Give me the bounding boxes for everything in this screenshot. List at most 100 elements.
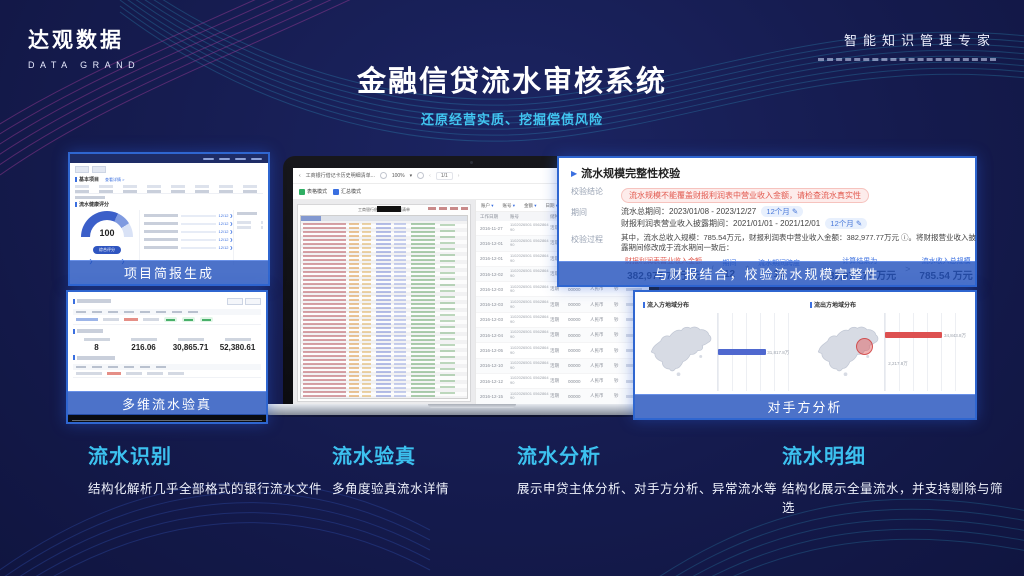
cell-account: 1102026501 056286490 bbox=[510, 330, 550, 340]
score-row: 12/12 ❯ bbox=[144, 221, 233, 226]
integrity-title: ▶ 流水规模完整性校验 bbox=[571, 165, 963, 181]
cell-type: 活期 bbox=[550, 393, 568, 399]
score-gauge-block: 100 综合评分 ❯ ❯ bbox=[75, 210, 139, 265]
table-row[interactable]: 2016-12-05 1102026501 056286490 活期 00000… bbox=[476, 343, 649, 358]
mini-tabs[interactable] bbox=[75, 166, 263, 173]
feature-recognition: 流水识别 结构化解析几乎全部格式的银行流水文件 bbox=[88, 440, 328, 497]
caption-project-briefing: 项目简报生成 bbox=[70, 260, 268, 284]
period-pill-2[interactable]: 12个月 ✎ bbox=[825, 218, 867, 229]
score-label-placeholder bbox=[144, 222, 178, 225]
cell-currency: 人民币 bbox=[590, 302, 614, 308]
cell-date: 2016-12-01 bbox=[480, 241, 510, 246]
page-title: 金融信贷流水审核系统 bbox=[0, 58, 1024, 100]
cell-seq: 00000 bbox=[568, 333, 590, 338]
filter-item[interactable]: 账户 bbox=[481, 203, 494, 209]
pass-badge bbox=[182, 317, 195, 322]
score-value[interactable]: 12/12 ❯ bbox=[219, 213, 233, 218]
cell-account: 1102026501 056286490 bbox=[510, 376, 550, 386]
score-row: 12/12 ❯ bbox=[144, 237, 233, 242]
stat-block: 30,865.71 bbox=[167, 337, 214, 352]
table-row[interactable]: 2016-12-04 1102026501 056286490 活期 00000… bbox=[476, 328, 649, 343]
cell-currency: 人民币 bbox=[590, 378, 614, 384]
filter-item[interactable]: 账号 bbox=[503, 203, 516, 209]
scanned-sheet: 工商银行借记卡历史明细清单 bbox=[297, 204, 471, 402]
stat-label-placeholder bbox=[225, 338, 251, 341]
china-map-outflow bbox=[810, 321, 884, 383]
feature-title: 流水明细 bbox=[782, 440, 1010, 469]
table-header-placeholder bbox=[75, 185, 263, 188]
rotate-icon[interactable] bbox=[380, 172, 387, 179]
zoom-dropdown-icon[interactable]: ▾ bbox=[410, 173, 413, 179]
page-prev-icon[interactable]: ‹ bbox=[429, 173, 431, 179]
score-value[interactable]: 12/12 ❯ bbox=[219, 245, 233, 250]
cell-account: 1102026501 056286490 bbox=[510, 254, 550, 264]
table-row[interactable]: 2016-12-03 1102026501 056286490 活期 00000… bbox=[476, 313, 649, 328]
verify-toolbar-buttons[interactable] bbox=[227, 298, 261, 305]
cell-cash: 钞 bbox=[614, 286, 626, 292]
table-row[interactable]: 2016-12-15 1102026501 056286490 活期 00000… bbox=[476, 389, 649, 404]
feature-title: 流水验真 bbox=[332, 440, 512, 469]
back-icon[interactable]: ‹ bbox=[299, 173, 301, 179]
screenshot-multi-verify: 8 216.06 30,865.71 52,380.61 多维流水验真 bbox=[66, 290, 268, 424]
cell-account: 1102026501 056286490 bbox=[510, 269, 550, 279]
result-alert-pill: 流水规模不能覆盖财报利润表中营业收入金额，请检查流水真实性 bbox=[621, 188, 869, 203]
briefing-section1-title: 基本项目 查看详情 > bbox=[75, 176, 263, 183]
zoom-level[interactable]: 100% bbox=[392, 173, 405, 179]
caption-counterparty: 对手方分析 bbox=[635, 394, 975, 418]
feature-title: 流水分析 bbox=[517, 440, 779, 469]
score-value[interactable]: 12/12 ❯ bbox=[219, 221, 233, 226]
cell-currency: 人民币 bbox=[590, 363, 614, 369]
score-row: 12/12 ❯ bbox=[144, 245, 233, 250]
cell-account: 1102026501 056286490 bbox=[510, 223, 550, 233]
score-track bbox=[181, 247, 216, 249]
score-row: 12/12 ❯ bbox=[144, 229, 233, 234]
score-value[interactable]: 12/12 ❯ bbox=[219, 237, 233, 242]
stat-value: 52,380.61 bbox=[214, 343, 261, 352]
page-next-icon[interactable]: › bbox=[458, 173, 460, 179]
cell-account: 1102026501 056286490 bbox=[510, 315, 550, 325]
counterparty-content: 流入方地域分布 31,817.8万 流出 bbox=[635, 292, 975, 391]
page-subtitle: 还原经营实质、挖掘偿债风险 bbox=[0, 109, 1024, 128]
feature-analysis: 流水分析 展示申贷主体分析、对手方分析、异常流水等 bbox=[517, 440, 779, 497]
summary-mode-icon bbox=[333, 189, 339, 195]
table-mode-button[interactable]: 表格模式 bbox=[299, 188, 327, 195]
laptop-base bbox=[262, 404, 682, 415]
cell-cash: 钞 bbox=[614, 332, 626, 338]
cell-type: 活期 bbox=[550, 317, 568, 323]
cell-account: 1102026501 056286490 bbox=[510, 285, 550, 295]
cell-type: 活期 bbox=[550, 348, 568, 354]
score-list: 12/12 ❯ 12/12 ❯ 12/12 ❯ 12/12 ❯ bbox=[139, 210, 233, 265]
table-row[interactable]: 2016-12-12 1102026501 056286490 活期 00000… bbox=[476, 374, 649, 389]
score-dashboard: 100 综合评分 ❯ ❯ 12/12 ❯ 12/12 ❯ bbox=[75, 210, 263, 265]
table-row[interactable]: 2016-12-10 1102026501 056286490 活期 00000… bbox=[476, 359, 649, 374]
laptop-camera bbox=[470, 161, 473, 164]
outflow-bar-label: 34,843.8万 bbox=[944, 333, 966, 339]
period-pill-1[interactable]: 12个月 ✎ bbox=[761, 206, 803, 217]
cell-cash: 钞 bbox=[614, 302, 626, 308]
cell-account: 1102026501 056286490 bbox=[510, 239, 550, 249]
cell-date: 2016-12-10 bbox=[480, 363, 510, 368]
detail-link[interactable]: 查看详情 > bbox=[105, 177, 124, 183]
filter-item[interactable]: 金额 bbox=[524, 203, 537, 209]
stat-block: 216.06 bbox=[120, 337, 167, 352]
feature-detail: 流水明细 结构化展示全量流水，并支持剔除与筛选 bbox=[782, 440, 1010, 516]
score-value[interactable]: 12/12 ❯ bbox=[219, 229, 233, 234]
feature-desc: 展示申贷主体分析、对手方分析、异常流水等 bbox=[517, 478, 779, 497]
stat-label-placeholder bbox=[84, 338, 110, 341]
verify-section1-title bbox=[73, 297, 111, 305]
cell-seq: 00000 bbox=[568, 302, 590, 307]
inflow-bar bbox=[718, 349, 766, 355]
caption-integrity: 与财报结合，校验流水规模完整性 bbox=[559, 261, 975, 285]
gauge-badge: 综合评分 bbox=[93, 246, 121, 254]
fit-icon[interactable] bbox=[417, 172, 424, 179]
cell-date: 2016-12-03 bbox=[480, 317, 510, 322]
cell-seq: 00000 bbox=[568, 363, 590, 368]
verify-titlebar bbox=[73, 295, 261, 307]
cell-account: 1102026501 056286490 bbox=[510, 346, 550, 356]
stat-value: 8 bbox=[73, 343, 120, 352]
table-row[interactable]: 2016-12-03 1102026501 056286490 活期 00000… bbox=[476, 297, 649, 312]
verify-table2-row bbox=[73, 370, 261, 378]
result-label: 校验结论 bbox=[571, 185, 621, 203]
summary-mode-button[interactable]: 汇总模式 bbox=[333, 188, 361, 195]
inflow-bar-label: 31,817.8万 bbox=[767, 350, 789, 356]
